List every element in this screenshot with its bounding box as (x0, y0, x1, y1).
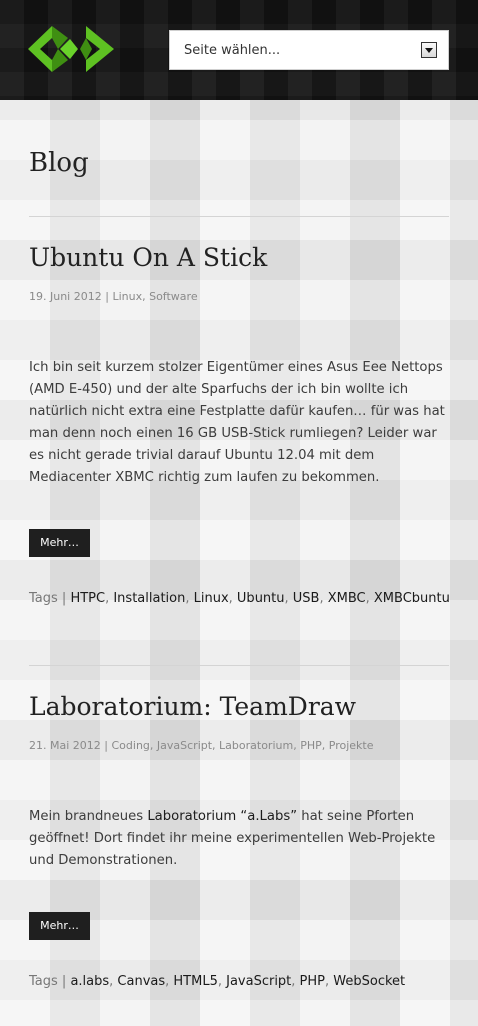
post-excerpt: Mein brandneues Laboratorium “a.Labs” ha… (29, 806, 454, 872)
tags-label: Tags (29, 974, 58, 989)
meta-separator: | (104, 739, 108, 752)
post-tags: Tags | HTPC, Installation, Linux, Ubuntu… (29, 591, 450, 606)
tags-label: Tags (29, 591, 58, 606)
category-link[interactable]: Linux (112, 290, 142, 303)
category-link[interactable]: Coding (112, 739, 150, 752)
site-header: Seite wählen... (0, 0, 478, 100)
meta-separator: | (105, 290, 109, 303)
excerpt-text: Mein brandneues (29, 809, 148, 824)
tag-link[interactable]: HTPC (70, 591, 105, 606)
tag-link[interactable]: USB (293, 591, 320, 606)
post-title[interactable]: Ubuntu On A Stick (29, 243, 267, 272)
post-date: 19. Juni 2012 (29, 290, 102, 303)
read-more-button[interactable]: Mehr… (29, 912, 90, 940)
page-select[interactable]: Seite wählen... (169, 30, 449, 70)
tag-link[interactable]: Canvas (117, 974, 165, 989)
post-title[interactable]: Laboratorium: TeamDraw (29, 692, 356, 721)
tag-link[interactable]: Ubuntu (237, 591, 285, 606)
dropdown-arrow-icon[interactable] (421, 42, 437, 58)
excerpt-link[interactable]: Laboratorium “a.Labs” (147, 809, 297, 824)
tag-link[interactable]: JavaScript (226, 974, 291, 989)
category-link[interactable]: Projekte (329, 739, 374, 752)
category-link[interactable]: Software (149, 290, 198, 303)
tag-link[interactable]: WebSocket (333, 974, 405, 989)
post-meta: 21. Mai 2012 | Coding, JavaScript, Labor… (29, 739, 374, 752)
divider (29, 216, 449, 217)
tag-link[interactable]: PHP (300, 974, 325, 989)
page-select-value: Seite wählen... (184, 43, 281, 58)
tag-link[interactable]: HTML5 (173, 974, 217, 989)
divider (29, 665, 449, 666)
read-more-button[interactable]: Mehr… (29, 529, 90, 557)
category-link[interactable]: Laboratorium (219, 739, 293, 752)
tag-link[interactable]: Installation (113, 591, 185, 606)
post-date: 21. Mai 2012 (29, 739, 101, 752)
category-link[interactable]: PHP (300, 739, 322, 752)
tag-link[interactable]: a.labs (70, 974, 109, 989)
post-excerpt: Ich bin seit kurzem stolzer Eigentümer e… (29, 360, 445, 485)
page-title: Blog (29, 148, 89, 178)
post-meta: 19. Juni 2012 | Linux, Software (29, 290, 198, 303)
logo-icon[interactable] (28, 24, 114, 74)
tag-link[interactable]: Linux (194, 591, 229, 606)
tag-link[interactable]: XMBC (328, 591, 366, 606)
tag-link[interactable]: XMBCbuntu (374, 591, 450, 606)
post-tags: Tags | a.labs, Canvas, HTML5, JavaScript… (29, 974, 406, 989)
category-link[interactable]: JavaScript (157, 739, 212, 752)
